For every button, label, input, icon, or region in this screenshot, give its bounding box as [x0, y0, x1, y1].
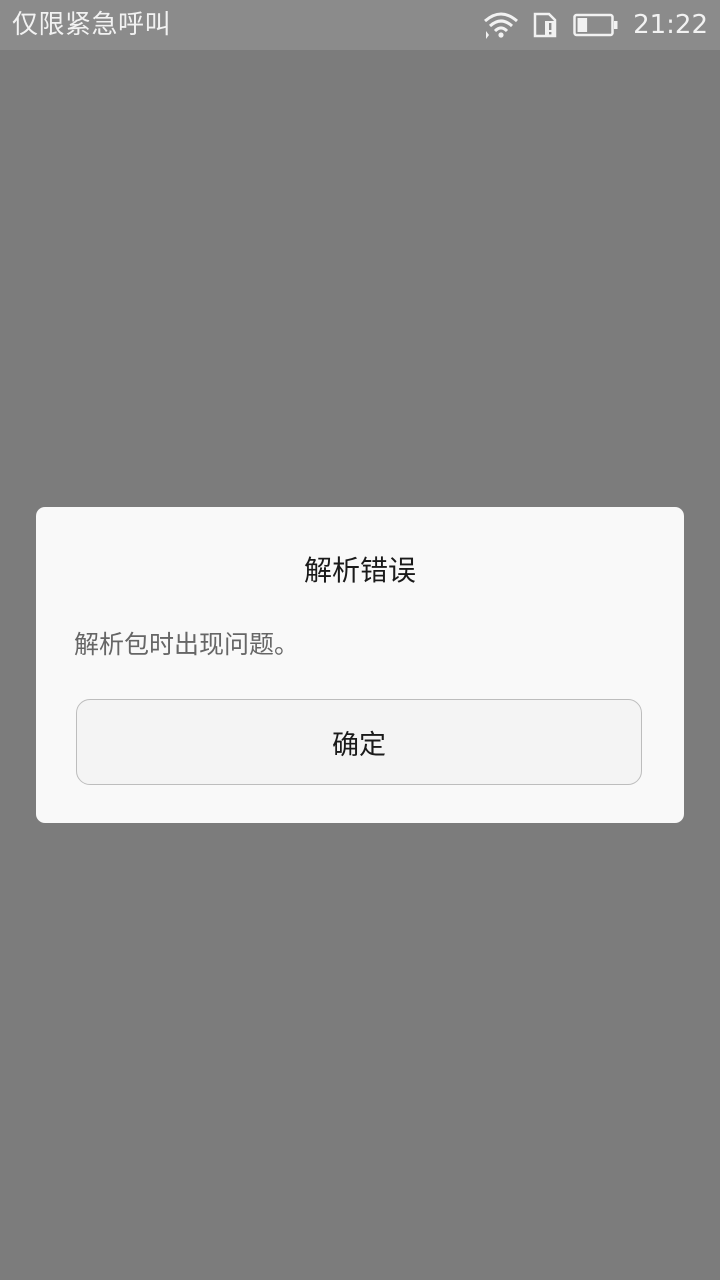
status-icons: 21:22 — [483, 0, 708, 50]
parse-error-dialog: 解析错误 解析包时出现问题。 确定 — [36, 507, 684, 823]
ok-button[interactable]: 确定 — [76, 699, 642, 785]
carrier-status-text: 仅限紧急呼叫 — [12, 10, 172, 40]
battery-icon — [573, 13, 619, 37]
sim-alert-icon — [533, 12, 559, 38]
wifi-icon — [483, 11, 519, 39]
dialog-message: 解析包时出现问题。 — [74, 630, 300, 659]
dialog-title: 解析错误 — [303, 554, 416, 587]
status-clock: 21:22 — [633, 10, 708, 40]
status-bar: 仅限紧急呼叫 21:22 — [0, 0, 720, 50]
